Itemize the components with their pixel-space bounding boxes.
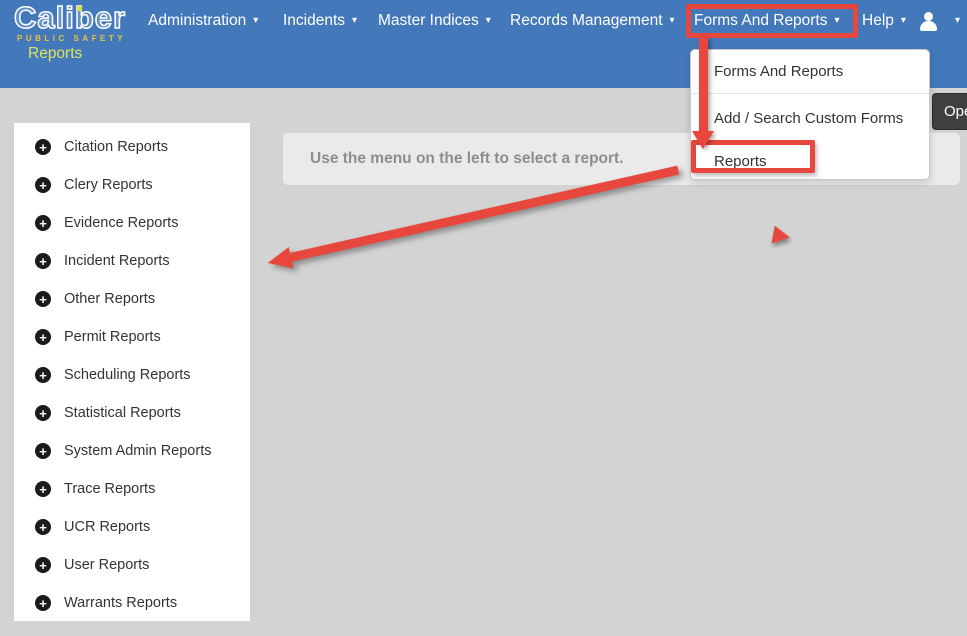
- expand-plus-icon[interactable]: +: [35, 367, 51, 383]
- nav-item-label: Records Management: [510, 12, 663, 30]
- dropdown-item-add-search-custom-forms[interactable]: Add / Search Custom Forms: [691, 94, 929, 143]
- nav-item-records-management[interactable]: Records Management ▾: [510, 0, 675, 42]
- sidebar-item-label: Citation Reports: [64, 139, 168, 155]
- sidebar-item-scheduling-reports[interactable]: + Scheduling Reports: [14, 356, 250, 394]
- sidebar-item-statistical-reports[interactable]: + Statistical Reports: [14, 394, 250, 432]
- sidebar-item-label: Clery Reports: [64, 177, 153, 193]
- sidebar-item-label: Evidence Reports: [64, 215, 178, 231]
- expand-plus-icon[interactable]: +: [35, 139, 51, 155]
- sidebar-item-ucr-reports[interactable]: + UCR Reports: [14, 508, 250, 546]
- dropdown-item-label: Forms And Reports: [714, 63, 843, 80]
- chevron-down-icon: ▾: [486, 16, 491, 26]
- nav-item-forms-and-reports[interactable]: Forms And Reports ▾: [694, 0, 840, 42]
- nav-item-master-indices[interactable]: Master Indices ▾: [378, 0, 491, 42]
- dropdown-item-label: Add / Search Custom Forms: [714, 110, 903, 127]
- chevron-down-icon: ▾: [835, 16, 840, 26]
- sidebar-item-label: Trace Reports: [64, 481, 155, 497]
- breadcrumb-page-title[interactable]: Reports: [28, 45, 82, 63]
- forms-and-reports-dropdown-menu: Forms And Reports Add / Search Custom Fo…: [690, 49, 930, 180]
- sidebar-item-label: Statistical Reports: [64, 405, 181, 421]
- chevron-down-icon: ▾: [670, 16, 675, 26]
- expand-plus-icon[interactable]: +: [35, 595, 51, 611]
- sidebar-item-citation-reports[interactable]: + Citation Reports: [14, 128, 250, 166]
- caliber-logo-tagline: PUBLIC SAFETY: [14, 34, 136, 43]
- chevron-down-icon: ▾: [901, 16, 906, 26]
- sidebar-item-label: System Admin Reports: [64, 443, 211, 459]
- logo-i-dot: [77, 6, 82, 11]
- expand-plus-icon[interactable]: +: [35, 519, 51, 535]
- caliber-logo[interactable]: Caliber PUBLIC SAFETY: [14, 3, 136, 43]
- nav-item-label: Administration: [148, 12, 246, 30]
- nav-item-incidents[interactable]: Incidents ▾: [283, 0, 357, 42]
- sidebar-item-trace-reports[interactable]: + Trace Reports: [14, 470, 250, 508]
- sidebar-item-label: Scheduling Reports: [64, 367, 191, 383]
- sidebar-item-label: UCR Reports: [64, 519, 150, 535]
- chevron-down-icon: ▾: [352, 16, 357, 26]
- expand-plus-icon[interactable]: +: [35, 405, 51, 421]
- user-menu-caret[interactable]: ▾: [948, 0, 960, 42]
- open-button[interactable]: Open: [932, 93, 967, 130]
- nav-item-label: Incidents: [283, 12, 345, 30]
- chevron-down-icon: ▾: [253, 16, 258, 26]
- nav-item-administration[interactable]: Administration ▾: [148, 0, 258, 42]
- sidebar-item-system-admin-reports[interactable]: + System Admin Reports: [14, 432, 250, 470]
- red-cursor-pointer-icon: [772, 226, 792, 247]
- sidebar-item-label: Incident Reports: [64, 253, 170, 269]
- sidebar-item-warrants-reports[interactable]: + Warrants Reports: [14, 584, 250, 622]
- sidebar-item-incident-reports[interactable]: + Incident Reports: [14, 242, 250, 280]
- sidebar-item-label: Warrants Reports: [64, 595, 177, 611]
- sidebar-item-clery-reports[interactable]: + Clery Reports: [14, 166, 250, 204]
- nav-item-help[interactable]: Help ▾: [862, 0, 906, 42]
- report-category-sidebar: + Citation Reports + Clery Reports + Evi…: [14, 123, 250, 621]
- expand-plus-icon[interactable]: +: [35, 443, 51, 459]
- sidebar-item-permit-reports[interactable]: + Permit Reports: [14, 318, 250, 356]
- nav-item-label: Master Indices: [378, 12, 479, 30]
- sidebar-item-user-reports[interactable]: + User Reports: [14, 546, 250, 584]
- expand-plus-icon[interactable]: +: [35, 329, 51, 345]
- person-icon: [918, 11, 940, 31]
- expand-plus-icon[interactable]: +: [35, 557, 51, 573]
- sidebar-item-other-reports[interactable]: + Other Reports: [14, 280, 250, 318]
- nav-item-label: Help: [862, 12, 894, 30]
- expand-plus-icon[interactable]: +: [35, 481, 51, 497]
- expand-plus-icon[interactable]: +: [35, 291, 51, 307]
- sidebar-item-evidence-reports[interactable]: + Evidence Reports: [14, 204, 250, 242]
- open-button-label: Open: [944, 103, 967, 120]
- sidebar-item-label: User Reports: [64, 557, 149, 573]
- sidebar-item-label: Other Reports: [64, 291, 155, 307]
- sidebar-item-label: Permit Reports: [64, 329, 161, 345]
- expand-plus-icon[interactable]: +: [35, 215, 51, 231]
- nav-item-label: Forms And Reports: [694, 12, 828, 30]
- caliber-logo-text: Caliber: [14, 3, 136, 33]
- user-menu-button[interactable]: [918, 0, 940, 42]
- expand-plus-icon[interactable]: +: [35, 177, 51, 193]
- dropdown-item-reports[interactable]: Reports: [691, 143, 929, 179]
- message-text: Use the menu on the left to select a rep…: [310, 150, 624, 168]
- dropdown-item-forms-and-reports[interactable]: Forms And Reports: [691, 50, 929, 94]
- expand-plus-icon[interactable]: +: [35, 253, 51, 269]
- dropdown-item-label: Reports: [714, 153, 767, 170]
- chevron-down-icon: ▾: [955, 16, 960, 26]
